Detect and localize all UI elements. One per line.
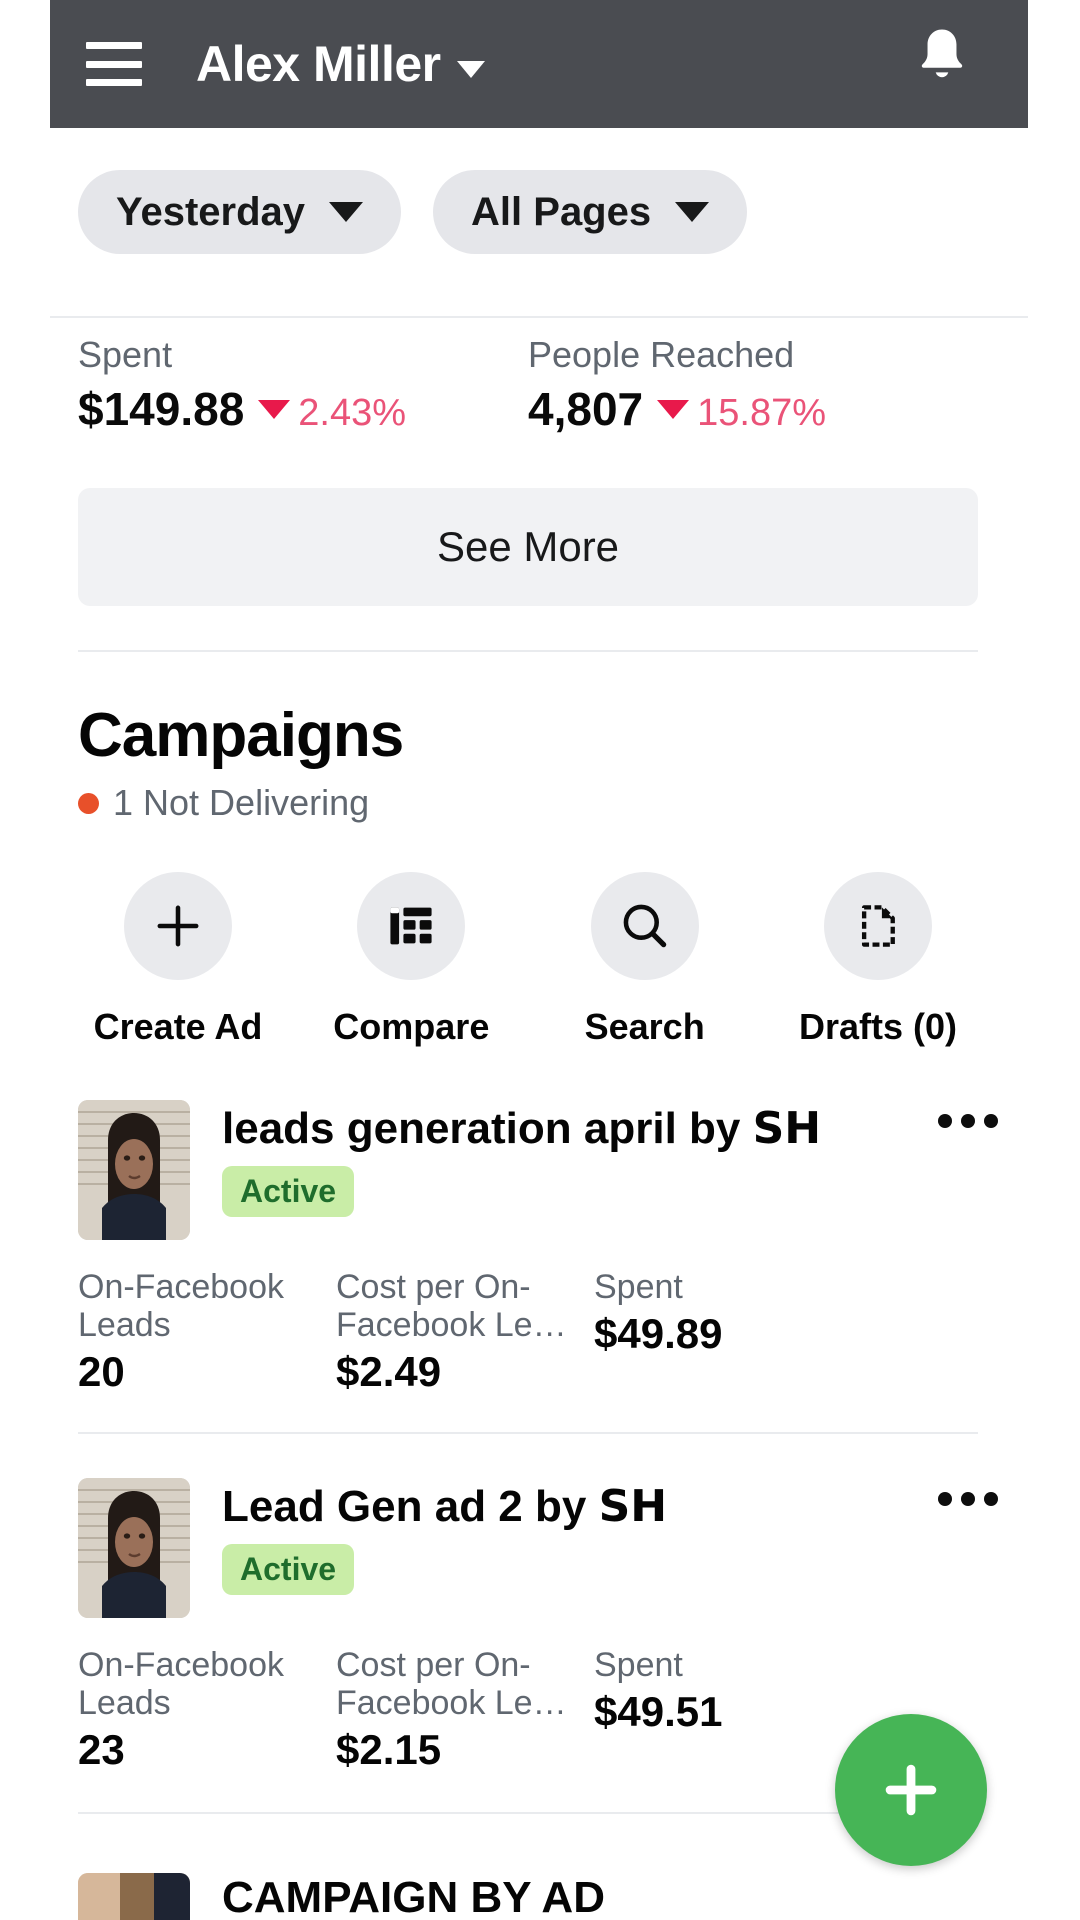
see-more-button[interactable]: See More — [78, 488, 978, 606]
filter-chip-date-range-label: Yesterday — [116, 189, 306, 234]
filter-chip-date-range[interactable]: Yesterday — [78, 170, 402, 254]
divider — [78, 650, 978, 652]
metric-spent: Spent $149.88 2.43% — [78, 334, 528, 436]
filter-chip-row: Yesterday All Pages — [78, 170, 748, 254]
triangle-down-icon — [258, 399, 291, 419]
filter-chip-pages[interactable]: All Pages — [433, 170, 748, 254]
campaign-stat-value: $49.51 — [594, 1688, 723, 1736]
page-title: Alex Miller — [196, 36, 441, 92]
campaign-stat: On-Facebook Leads 20 — [78, 1268, 336, 1396]
campaign-stats: On-Facebook Leads 20 Cost per On-Faceboo… — [78, 1268, 998, 1396]
see-more-label: See More — [436, 523, 620, 570]
metric-spent-delta: 2.43% — [298, 392, 407, 434]
status-badge: Active — [222, 1166, 355, 1218]
overflow-menu-icon[interactable] — [928, 1100, 998, 1128]
triangle-down-icon — [657, 399, 690, 419]
campaign-thumbnail — [78, 1478, 190, 1618]
metric-people-reached-delta: 15.87% — [697, 392, 827, 434]
search-icon — [623, 904, 666, 948]
bell-icon[interactable] — [914, 26, 970, 88]
action-compare[interactable]: Compare — [311, 872, 511, 1048]
document-icon — [861, 905, 895, 947]
campaign-name: CAMPAIGN BY AD — [222, 1873, 605, 1920]
create-fab-button[interactable] — [835, 1714, 987, 1866]
action-drafts[interactable]: Drafts (0) — [778, 872, 978, 1048]
campaign-stat-label: On-Facebook Leads — [78, 1268, 284, 1345]
action-search[interactable]: Search — [545, 872, 745, 1048]
action-compare-label: Compare — [333, 1006, 490, 1047]
metric-people-reached-value: 4,807 — [528, 383, 644, 435]
app-header: Alex Miller — [50, 0, 1028, 128]
campaign-name: leads generation april by SH — [222, 1103, 822, 1154]
campaign-stat-label: Spent — [594, 1646, 683, 1684]
chevron-down-icon — [456, 60, 485, 78]
plus-icon — [157, 905, 199, 947]
campaign-stat-value: $49.89 — [594, 1310, 723, 1358]
action-compare-circle — [357, 872, 466, 980]
account-switcher[interactable]: Alex Miller — [196, 35, 485, 93]
campaign-list-item-partial[interactable]: CAMPAIGN BY AD — [78, 1873, 605, 1920]
chevron-down-icon — [329, 202, 364, 222]
divider — [50, 316, 1028, 318]
action-create-ad-label: Create Ad — [93, 1006, 263, 1047]
campaign-stat-value: 20 — [78, 1348, 125, 1396]
campaign-stat-label: On-Facebook Leads — [78, 1646, 284, 1723]
campaign-stat-value: $2.15 — [336, 1726, 442, 1774]
metric-people-reached: People Reached 4,807 15.87% — [528, 334, 978, 436]
quick-actions-row: Create Ad Compare Search Drafts (0) — [78, 872, 978, 1048]
action-drafts-circle — [823, 872, 932, 980]
status-badge: Active — [222, 1544, 355, 1596]
campaigns-status: 1 Not Delivering — [78, 782, 369, 824]
plus-icon — [885, 1764, 937, 1816]
status-dot-icon — [78, 792, 99, 814]
campaigns-status-label: 1 Not Delivering — [113, 782, 370, 823]
metric-people-reached-label: People Reached — [528, 334, 795, 375]
filter-chip-pages-label: All Pages — [471, 189, 652, 234]
campaign-list-item[interactable]: leads generation april by SH Active On-F… — [78, 1100, 998, 1396]
summary-metrics: Spent $149.88 2.43% People Reached 4,807… — [78, 334, 978, 436]
hamburger-menu-icon[interactable] — [86, 42, 142, 86]
action-create-ad[interactable]: Create Ad — [78, 872, 278, 1048]
action-drafts-label: Drafts (0) — [798, 1006, 957, 1047]
campaign-stat: Cost per On-Facebook Le… $2.49 — [336, 1268, 594, 1396]
campaign-stat-label: Spent — [594, 1268, 683, 1306]
action-create-ad-circle — [124, 872, 232, 980]
campaign-thumbnail — [78, 1100, 190, 1240]
metric-spent-label: Spent — [78, 334, 173, 375]
campaign-stat-value: $2.49 — [336, 1348, 442, 1396]
campaign-stat: Spent $49.51 — [594, 1646, 722, 1774]
action-search-circle — [590, 872, 699, 980]
action-search-label: Search — [584, 1006, 705, 1047]
campaign-thumbnail — [78, 1873, 190, 1920]
campaign-stat: Cost per On-Facebook Le… $2.15 — [336, 1646, 594, 1774]
screen-root: Alex Miller Yesterday All Pages Spent $1… — [0, 0, 1080, 1920]
campaign-stat: Spent $49.89 — [594, 1268, 722, 1396]
divider — [78, 1432, 978, 1434]
campaigns-heading: Campaigns — [78, 701, 404, 770]
campaign-name: Lead Gen ad 2 by SH — [222, 1481, 668, 1532]
campaign-stat-label: Cost per On-Facebook Le… — [336, 1646, 567, 1723]
campaign-stat-label: Cost per On-Facebook Le… — [336, 1268, 567, 1345]
campaign-stat: On-Facebook Leads 23 — [78, 1646, 336, 1774]
table-grid-icon — [390, 907, 432, 945]
chevron-down-icon — [675, 202, 710, 222]
campaign-list-item[interactable]: Lead Gen ad 2 by SH Active On-Facebook L… — [78, 1478, 998, 1774]
overflow-menu-icon[interactable] — [928, 1478, 998, 1506]
campaign-stat-value: 23 — [78, 1726, 125, 1774]
metric-spent-value: $149.88 — [78, 383, 245, 435]
